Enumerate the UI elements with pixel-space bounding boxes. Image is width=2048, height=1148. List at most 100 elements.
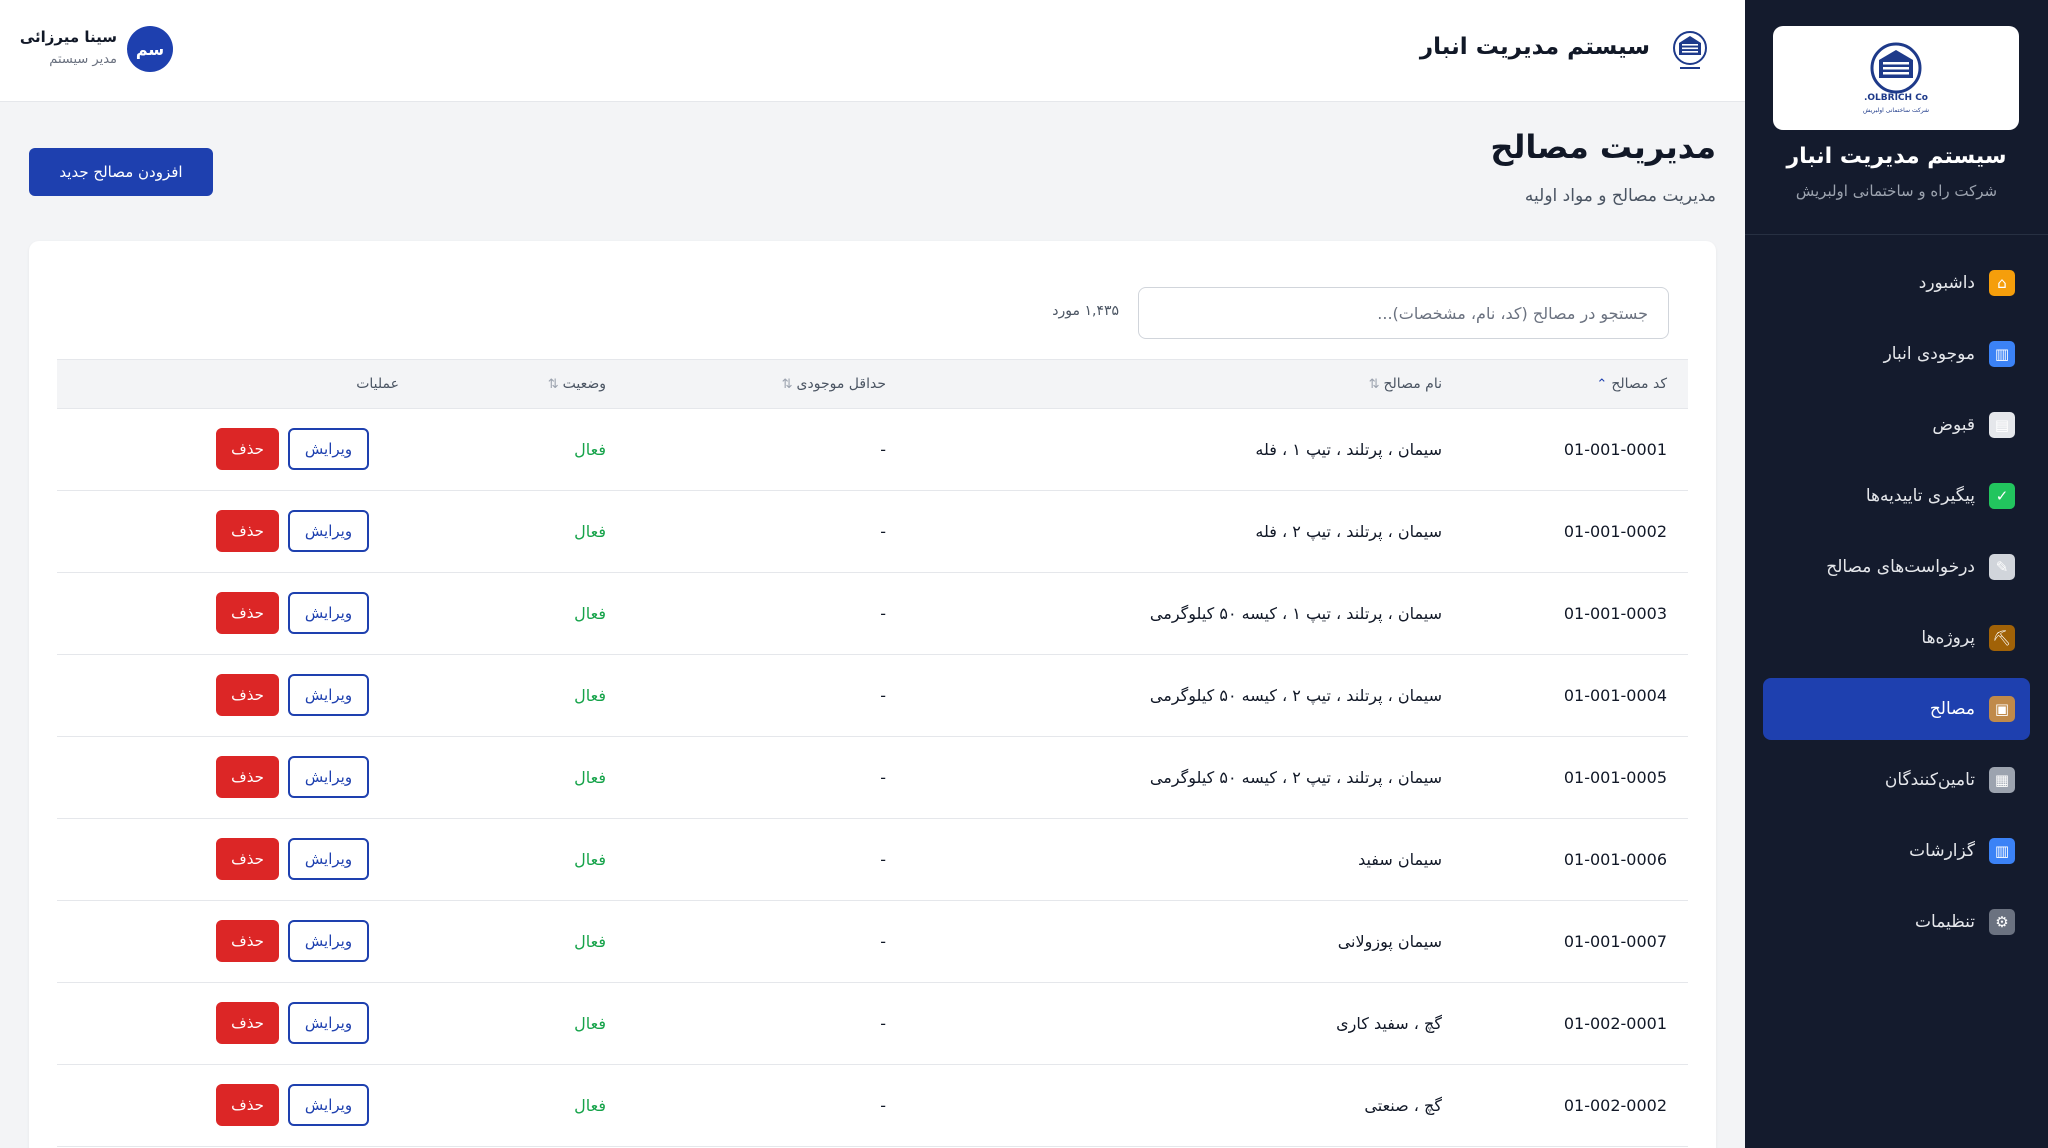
material-name: گچ ، صنعتی bbox=[1364, 1096, 1442, 1115]
delete-button[interactable]: حذف bbox=[216, 428, 279, 470]
min-stock: - bbox=[880, 604, 886, 623]
status-badge: فعال bbox=[574, 522, 606, 541]
sidebar-item-label: مصالح bbox=[1929, 699, 1975, 719]
user-role: مدیر سیستم bbox=[49, 52, 117, 67]
status-badge: فعال bbox=[574, 1096, 606, 1115]
column-header-actions: عملیات bbox=[237, 360, 399, 408]
min-stock: - bbox=[880, 686, 886, 705]
material-code: 01-001-0005 bbox=[1563, 768, 1667, 787]
sidebar-title: سیستم مدیریت انبار bbox=[1786, 144, 2007, 169]
min-stock: - bbox=[880, 932, 886, 951]
material-name: سیمان ، پرتلند ، تیپ ۲ ، کیسه ۵۰ کیلوگرم… bbox=[1149, 768, 1442, 787]
bar-chart-icon: ▥ bbox=[1989, 838, 2015, 864]
sidebar-item-label: داشبورد bbox=[1918, 273, 1975, 293]
sidebar-item[interactable]: ⚙ تنظیمات bbox=[1763, 891, 2030, 953]
sidebar-item-label: تامین‌کنندگان bbox=[1884, 770, 1975, 790]
column-header-code[interactable]: کد مصالح⌃ bbox=[1507, 360, 1667, 408]
delete-button[interactable]: حذف bbox=[216, 1084, 279, 1126]
building-icon: ▦ bbox=[1989, 767, 2015, 793]
column-label: عملیات bbox=[356, 376, 399, 392]
min-stock: - bbox=[880, 850, 886, 869]
min-stock: - bbox=[880, 440, 886, 459]
column-label: نام مصالح bbox=[1383, 376, 1443, 392]
edit-button[interactable]: ویرایش bbox=[288, 510, 369, 552]
min-stock: - bbox=[880, 522, 886, 541]
sidebar-item-label: پروژه‌ها bbox=[1921, 628, 1975, 648]
sort-icon: ⇅ bbox=[547, 377, 559, 392]
table-header: کد مصالح⌃ نام مصالح⇅ حداقل موجودی⇅ وضعیت… bbox=[57, 359, 1688, 409]
status-badge: فعال bbox=[574, 850, 606, 869]
sidebar-item-label: تنظیمات bbox=[1915, 912, 1975, 932]
delete-button[interactable]: حذف bbox=[216, 674, 279, 716]
edit-button[interactable]: ویرایش bbox=[288, 838, 369, 880]
delete-button[interactable]: حذف bbox=[216, 510, 279, 552]
material-code: 01-001-0006 bbox=[1563, 850, 1667, 869]
search-input[interactable] bbox=[1138, 287, 1669, 339]
edit-button[interactable]: ویرایش bbox=[288, 756, 369, 798]
material-name: گچ ، سفید کاری bbox=[1336, 1014, 1442, 1033]
delete-button[interactable]: حذف bbox=[216, 838, 279, 880]
sidebar-item[interactable]: ▥ گزارشات bbox=[1763, 820, 2030, 882]
sidebar-item[interactable]: ✓ پیگیری تاییدیه‌ها bbox=[1763, 465, 2030, 527]
avatar[interactable]: سم bbox=[127, 26, 173, 72]
sidebar-item-label: قبوض bbox=[1932, 415, 1975, 435]
app-title: سیستم مدیریت انبار bbox=[1419, 34, 1650, 60]
sidebar-item[interactable]: ▣ مصالح bbox=[1763, 678, 2030, 740]
material-name: سیمان ، پرتلند ، تیپ ۱ ، کیسه ۵۰ کیلوگرم… bbox=[1149, 604, 1442, 623]
status-badge: فعال bbox=[574, 686, 606, 705]
sidebar-item[interactable]: ⌂ داشبورد bbox=[1763, 252, 2030, 314]
column-header-status[interactable]: وضعیت⇅ bbox=[457, 360, 606, 408]
edit-button[interactable]: ویرایش bbox=[288, 592, 369, 634]
delete-button[interactable]: حذف bbox=[216, 592, 279, 634]
table-row: 01-002-0001 گچ ، سفید کاری - فعال ویرایش حذف bbox=[57, 983, 1688, 1065]
check-icon: ✓ bbox=[1989, 483, 2015, 509]
delete-button[interactable]: حذف bbox=[216, 756, 279, 798]
material-code: 01-001-0004 bbox=[1563, 686, 1667, 705]
edit-button[interactable]: ویرایش bbox=[288, 1084, 369, 1126]
sidebar-item[interactable]: ⛏ پروژه‌ها bbox=[1763, 607, 2030, 669]
material-code: 01-001-0007 bbox=[1563, 932, 1667, 951]
table-row: 01-001-0006 سیمان سفید - فعال ویرایش حذف bbox=[57, 819, 1688, 901]
crane-icon: ⛏ bbox=[1989, 625, 2015, 651]
table-row: 01-001-0001 سیمان ، پرتلند ، تیپ ۱ ، فله -… bbox=[57, 409, 1688, 491]
table-row: 01-001-0002 سیمان ، پرتلند ، تیپ ۲ ، فله -… bbox=[57, 491, 1688, 573]
bar-chart-icon: ▥ bbox=[1989, 341, 2015, 367]
sidebar: OLBRICH Co. شرکت ساختمانی اولبریش سیستم … bbox=[1745, 0, 2048, 1148]
sidebar-item[interactable]: ▥ موجودی انبار bbox=[1763, 323, 2030, 385]
column-header-min-stock[interactable]: حداقل موجودی⇅ bbox=[657, 360, 886, 408]
sidebar-item-label: موجودی انبار bbox=[1883, 344, 1975, 364]
sidebar-item[interactable]: ✎ درخواست‌های مصالح bbox=[1763, 536, 2030, 598]
sort-icon: ⇅ bbox=[781, 377, 793, 392]
sidebar-item-label: گزارشات bbox=[1909, 841, 1975, 861]
min-stock: - bbox=[880, 768, 886, 787]
page-title: مدیریت مصالح bbox=[1490, 128, 1716, 166]
app-logo-icon bbox=[1673, 31, 1707, 69]
sidebar-subtitle: شرکت راه و ساختمانی اولبریش bbox=[1795, 182, 1998, 200]
status-badge: فعال bbox=[574, 768, 606, 787]
sidebar-item[interactable]: ▤ قبوض bbox=[1763, 394, 2030, 456]
result-count: ۱,۴۳۵ مورد bbox=[1052, 303, 1119, 319]
edit-button[interactable]: ویرایش bbox=[288, 920, 369, 962]
edit-button[interactable]: ویرایش bbox=[288, 428, 369, 470]
min-stock: - bbox=[880, 1014, 886, 1033]
olbrich-logo-icon: OLBRICH Co. شرکت ساختمانی اولبریش bbox=[1863, 42, 1929, 114]
sidebar-item[interactable]: ▦ تامین‌کنندگان bbox=[1763, 749, 2030, 811]
material-code: 01-002-0001 bbox=[1563, 1014, 1667, 1033]
material-code: 01-001-0003 bbox=[1563, 604, 1667, 623]
delete-button[interactable]: حذف bbox=[216, 920, 279, 962]
materials-card: ۱,۴۳۵ مورد کد مصالح⌃ نام مصالح⇅ حداقل مو… bbox=[29, 241, 1716, 1148]
page-subtitle: مدیریت مصالح و مواد اولیه bbox=[1524, 186, 1716, 206]
material-name: سیمان ، پرتلند ، تیپ ۲ ، فله bbox=[1255, 522, 1442, 541]
memo-icon: ✎ bbox=[1989, 554, 2015, 580]
min-stock: - bbox=[880, 1096, 886, 1115]
sidebar-divider bbox=[1745, 234, 2048, 235]
add-material-button[interactable]: افزودن مصالح جدید bbox=[29, 148, 213, 196]
material-name: سیمان سفید bbox=[1358, 850, 1442, 869]
column-label: حداقل موجودی bbox=[796, 376, 886, 392]
column-header-name[interactable]: نام مصالح⇅ bbox=[1057, 360, 1442, 408]
edit-button[interactable]: ویرایش bbox=[288, 1002, 369, 1044]
top-bar: سیستم مدیریت انبار سم سینا میرزائی مدیر … bbox=[0, 0, 1745, 102]
edit-button[interactable]: ویرایش bbox=[288, 674, 369, 716]
company-logo: OLBRICH Co. شرکت ساختمانی اولبریش bbox=[1773, 26, 2019, 130]
delete-button[interactable]: حذف bbox=[216, 1002, 279, 1044]
